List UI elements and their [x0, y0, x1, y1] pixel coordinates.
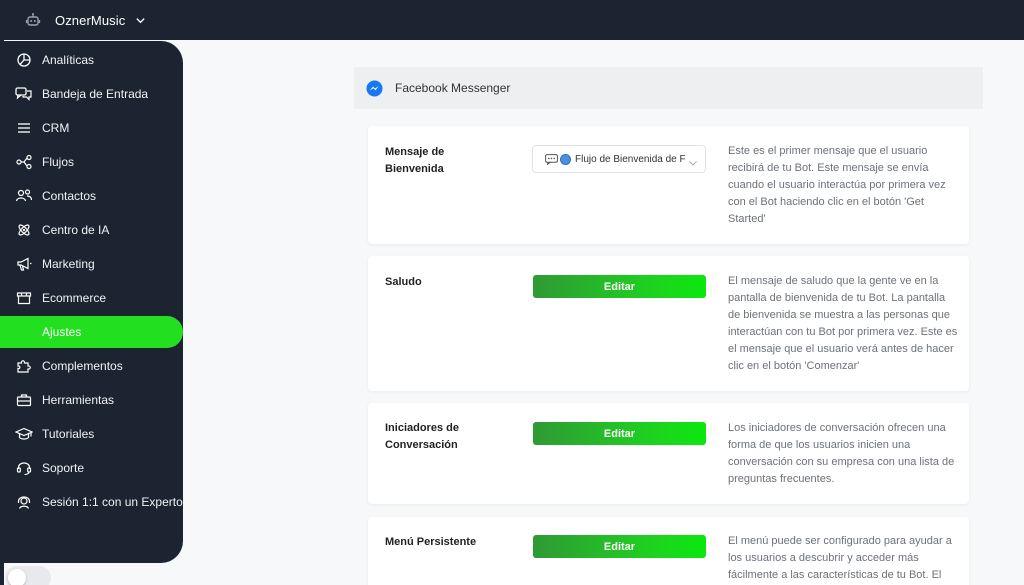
conversation-starters-edit-button[interactable]: Editar — [533, 422, 706, 445]
sidebar-item-label: Sesión 1:1 con un Experto — [42, 495, 183, 509]
conversation-starters-label: Iniciadores de Conversación — [385, 422, 459, 451]
pie-chart-icon — [15, 51, 33, 69]
persistent-menu-edit-button[interactable]: Editar — [533, 535, 706, 558]
toolbox-icon — [15, 391, 33, 409]
message-icon — [545, 153, 558, 165]
flow-nodes-icon — [15, 153, 33, 171]
megaphone-icon — [15, 255, 33, 273]
conversation-starters-card: Iniciadores de Conversación Editar Los i… — [368, 403, 969, 504]
sidebar-item-label: Analíticas — [42, 53, 95, 67]
sidebar-item-label: Complementos — [42, 359, 123, 373]
sidebar-item-label: Herramientas — [42, 393, 115, 407]
sidebar-item-label: Flujos — [42, 155, 75, 169]
sidebar: Analíticas Bandeja de Entrada CRM Flujos… — [0, 41, 183, 563]
graduation-cap-icon — [15, 425, 33, 443]
channel-header: Facebook Messenger — [354, 67, 983, 109]
sidebar-item-label: Ecommerce — [42, 291, 107, 305]
persistent-menu-description: El menú puede ser configurado para ayuda… — [728, 535, 952, 581]
sidebar-item-centro-ia[interactable]: Centro de IA — [0, 214, 183, 246]
sidebar-item-label: CRM — [42, 121, 70, 135]
sidebar-item-analiticas[interactable]: Analíticas — [0, 44, 183, 76]
workspace-name: OznerMusic — [55, 12, 126, 28]
sidebar-item-label: Tutoriales — [42, 427, 95, 441]
welcome-message-card: Mensaje de Bienvenida Flujo de Bienvenid… — [368, 126, 969, 244]
persistent-menu-label: Menú Persistente — [385, 536, 477, 548]
expert-headset-icon — [15, 493, 33, 511]
sidebar-item-label: Bandeja de Entrada — [42, 87, 149, 101]
chat-bubbles-icon — [15, 85, 33, 103]
selected-flow-name: Flujo de Bienvenida de FB — [575, 153, 685, 165]
sidebar-item-sesion-experto[interactable]: Sesión 1:1 con un Experto — [0, 486, 183, 518]
sidebar-item-ecommerce[interactable]: Ecommerce — [0, 282, 183, 314]
bot-icon — [24, 11, 42, 29]
sidebar-item-label: Ajustes — [42, 325, 82, 339]
users-icon — [15, 187, 33, 205]
chevron-down-icon — [688, 155, 698, 166]
store-icon — [15, 289, 33, 307]
sidebar-item-flujos[interactable]: Flujos — [0, 146, 183, 178]
sidebar-item-complementos[interactable]: Complementos — [0, 350, 183, 382]
list-icon — [15, 119, 33, 137]
sidebar-item-crm[interactable]: CRM — [0, 112, 183, 144]
ai-atom-icon — [15, 221, 33, 239]
puzzle-icon — [15, 357, 33, 375]
welcome-message-label: Mensaje de Bienvenida — [385, 146, 445, 175]
sidebar-item-label: Soporte — [42, 461, 85, 475]
sidebar-item-herramientas[interactable]: Herramientas — [0, 384, 183, 416]
sidebar-item-tutoriales[interactable]: Tutoriales — [0, 418, 183, 450]
sidebar-item-ajustes[interactable]: Ajustes — [0, 316, 183, 348]
support-headset-icon — [15, 459, 33, 477]
theme-toggle[interactable] — [5, 566, 51, 585]
flow-status-dot — [560, 153, 571, 165]
messenger-icon — [366, 79, 383, 97]
greeting-card: Saludo Editar El mensaje de saludo que l… — [368, 256, 969, 391]
greeting-description: El mensaje de saludo que la gente ve en … — [728, 275, 958, 372]
top-bar: OznerMusic — [0, 0, 1024, 40]
greeting-edit-button[interactable]: Editar — [533, 275, 706, 298]
conversation-starters-description: Los iniciadores de conversación ofrecen … — [728, 422, 955, 485]
toggle-knob — [8, 569, 26, 585]
sidebar-item-contactos[interactable]: Contactos — [0, 180, 183, 212]
channel-title: Facebook Messenger — [395, 81, 511, 95]
workspace-switcher[interactable]: OznerMusic — [24, 11, 146, 29]
welcome-flow-select[interactable]: Flujo de Bienvenida de FB — [532, 145, 706, 173]
chevron-down-icon — [134, 14, 146, 26]
sidebar-item-label: Centro de IA — [42, 223, 110, 237]
welcome-message-description: Este es el primer mensaje que el usuario… — [728, 145, 946, 225]
greeting-label: Saludo — [385, 276, 422, 288]
persistent-menu-card: Menú Persistente Editar El menú puede se… — [368, 517, 969, 585]
sidebar-item-label: Contactos — [42, 189, 97, 203]
sidebar-item-label: Marketing — [42, 257, 95, 271]
sidebar-item-soporte[interactable]: Soporte — [0, 452, 183, 484]
sidebar-item-marketing[interactable]: Marketing — [0, 248, 183, 280]
sidebar-item-bandeja[interactable]: Bandeja de Entrada — [0, 78, 183, 110]
